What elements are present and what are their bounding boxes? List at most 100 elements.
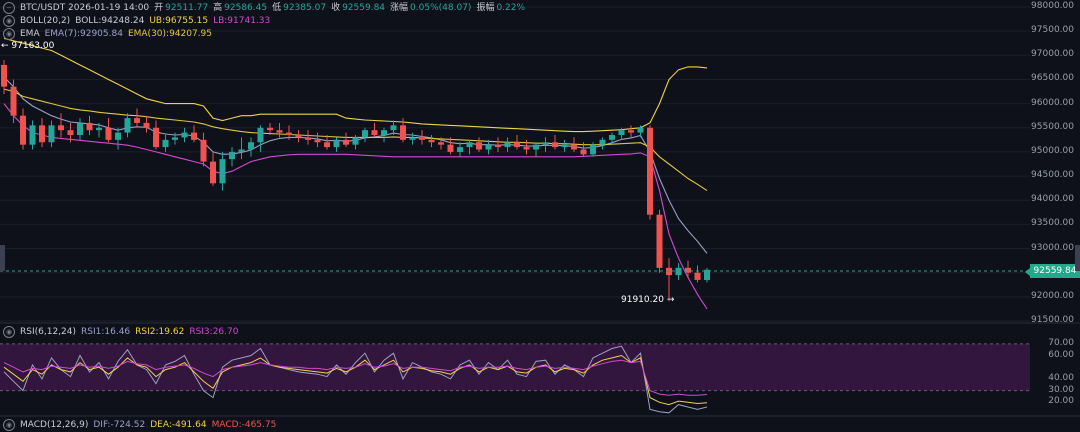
rsi-axis-label: 40.00 [1048, 372, 1074, 383]
candle-body [162, 139, 169, 148]
rsi-axis-label: 30.00 [1048, 384, 1074, 395]
price-axis-label: 91500.00 [1031, 315, 1074, 325]
candle-body [29, 125, 36, 145]
ohlc-legend: − BTC/USDT 2026-01-19 14:00 开 92511.77 高 9258… [0, 1, 530, 15]
candle-body [447, 144, 454, 152]
price-axis-label: 93500.00 [1031, 218, 1074, 229]
high-label: 高 [213, 3, 223, 13]
right-edge-handle[interactable] [1075, 245, 1080, 271]
dif-value: DIF:-724.52 [93, 420, 146, 430]
candle-body [48, 125, 55, 143]
candle-body [694, 272, 701, 280]
open-label: 开 [154, 3, 164, 13]
rsi1-value: RSI1:16.46 [81, 327, 131, 337]
price-axis-label: 98000.00 [1031, 1, 1074, 11]
candle-body [229, 151, 235, 160]
price-axis-label: 94500.00 [1031, 170, 1074, 181]
candle-body [523, 147, 530, 150]
collapse-icon[interactable]: − [3, 1, 15, 14]
change-label: 涨幅 [390, 3, 409, 13]
candle-body [276, 130, 283, 133]
candle-body [105, 127, 112, 140]
candle-body [685, 267, 691, 273]
candle-body [428, 139, 435, 143]
candle-body [181, 132, 188, 138]
price-axis-label: 96000.00 [1031, 97, 1074, 108]
rsi-band [0, 343, 1030, 392]
candle-body [485, 144, 492, 150]
rsi-overbought-band [0, 343, 1030, 391]
candle-body [172, 137, 178, 140]
left-edge-handle[interactable] [0, 245, 5, 271]
candle-body [390, 125, 397, 131]
candle-body [267, 127, 273, 131]
last-price-value: 92559.84 [1033, 266, 1077, 276]
candle-body [618, 130, 625, 136]
candle-body [58, 125, 64, 131]
candle-body [400, 125, 406, 140]
candle-body [153, 127, 159, 148]
candle-body [219, 159, 226, 184]
candle-body [409, 137, 416, 140]
candle-body [476, 142, 482, 150]
candle-body [466, 142, 473, 148]
candle-body [533, 144, 539, 150]
candle-body [457, 147, 463, 152]
high-value: 92586.45 [224, 3, 268, 13]
candle-body [86, 122, 93, 131]
ema-legend: ◉ EMA EMA(7):92905.84 EMA(30):94207.95 [0, 27, 217, 41]
price-axis-label: 97500.00 [1031, 25, 1074, 36]
rsi2-value: RSI2:19.62 [135, 327, 185, 337]
dea-value: DEA:-491.64 [150, 420, 207, 430]
candle-body [542, 142, 549, 145]
candle-body [571, 144, 577, 150]
candle-body [514, 142, 520, 148]
price-axis-label: 95000.00 [1031, 145, 1074, 156]
rsi-legend: ◉ RSI(6,12,24) RSI1:16.46 RSI2:19.62 RSI3:26… [0, 325, 243, 339]
candle-body [10, 86, 17, 116]
grid-lines [0, 6, 1030, 322]
price-chart[interactable] [0, 0, 1080, 430]
boll-value: BOLL:94248.24 [75, 16, 145, 26]
candle-body [504, 142, 511, 148]
candle-body [352, 137, 359, 145]
visibility-icon[interactable]: ◉ [3, 14, 15, 27]
candle-body [362, 130, 368, 138]
candle-body [1, 64, 7, 87]
candle-body [295, 135, 302, 138]
amp-label: 振幅 [476, 3, 495, 13]
candle-body [134, 118, 140, 123]
candle-body [257, 127, 264, 143]
high-marker-value: 97163.00 [11, 41, 55, 51]
candle-body [67, 130, 74, 136]
candle-body [191, 132, 197, 140]
price-axis-label: 97000.00 [1031, 49, 1074, 60]
candle-body [438, 142, 444, 145]
visibility-icon[interactable]: ◉ [3, 418, 15, 431]
low-marker: 91910.20 → [621, 295, 675, 305]
ema7-value: EMA(7):92905.84 [44, 29, 123, 39]
visibility-icon[interactable]: ◉ [3, 27, 15, 40]
candle-body [609, 135, 615, 140]
candle-body [371, 130, 378, 136]
low-value: 92385.07 [283, 3, 327, 13]
candle-body [552, 142, 558, 148]
visibility-icon[interactable]: ◉ [3, 325, 15, 338]
boll-name: BOLL(20,2) [20, 16, 71, 26]
candle-body [248, 142, 254, 150]
symbol-time: BTC/USDT 2026-01-19 14:00 [20, 3, 150, 13]
last-price-tag: 92559.84 [1030, 264, 1080, 278]
macd-name: MACD(12,26,9) [20, 420, 89, 430]
candle-body [305, 137, 311, 140]
candle-body [647, 127, 653, 215]
candle-body [343, 139, 349, 145]
candle-body [656, 214, 663, 268]
candle-body [124, 118, 131, 133]
candle-body [210, 161, 216, 184]
candle-body [314, 139, 321, 143]
low-marker-value: 91910.20 [621, 295, 664, 305]
close-value: 92559.84 [342, 3, 386, 13]
high-marker: ← 97163.00 [1, 41, 55, 51]
candles [1, 60, 710, 302]
candle-body [580, 149, 587, 155]
